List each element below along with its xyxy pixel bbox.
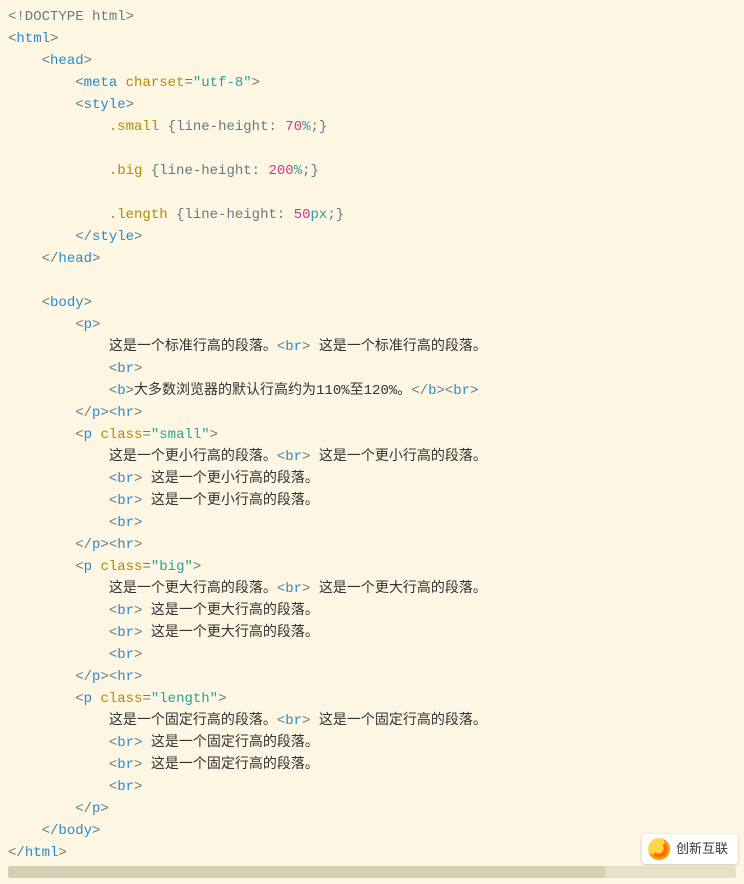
code-line: </p><hr> (8, 534, 736, 556)
code-line: <head> (8, 50, 736, 72)
code-line: </style> (8, 226, 736, 248)
code-line: <br> (8, 776, 736, 798)
code-line: </head> (8, 248, 736, 270)
code-line: <br> (8, 512, 736, 534)
code-line: <br> (8, 644, 736, 666)
code-line: <br> (8, 358, 736, 380)
code-line: <html> (8, 28, 736, 50)
code-line: <meta charset="utf-8"> (8, 72, 736, 94)
horizontal-scrollbar[interactable] (8, 866, 736, 878)
watermark-logo: 创新互联 (642, 834, 738, 864)
code-line: <br> 这是一个固定行高的段落。 (8, 732, 736, 754)
code-line: <p class="big"> (8, 556, 736, 578)
code-line: </p><hr> (8, 666, 736, 688)
code-line: 这是一个标准行高的段落。<br> 这是一个标准行高的段落。 (8, 336, 736, 358)
code-line: <p class="small"> (8, 424, 736, 446)
code-line: </p> (8, 798, 736, 820)
code-line (8, 138, 736, 160)
code-line: <br> 这是一个更小行高的段落。 (8, 490, 736, 512)
code-line: <!DOCTYPE html> (8, 6, 736, 28)
code-line: <br> 这是一个固定行高的段落。 (8, 754, 736, 776)
code-line: .length {line-height: 50px;} (8, 204, 736, 226)
code-line: <br> 这是一个更大行高的段落。 (8, 622, 736, 644)
code-line: <style> (8, 94, 736, 116)
code-block: <!DOCTYPE html> <html> <head> <meta char… (8, 6, 736, 864)
code-line: </body> (8, 820, 736, 842)
code-line: 这是一个固定行高的段落。<br> 这是一个固定行高的段落。 (8, 710, 736, 732)
code-line (8, 182, 736, 204)
code-line: </html> (8, 842, 736, 864)
code-line: <body> (8, 292, 736, 314)
code-line: <p class="length"> (8, 688, 736, 710)
code-line (8, 270, 736, 292)
code-line: <br> 这是一个更小行高的段落。 (8, 468, 736, 490)
code-line: 这是一个更小行高的段落。<br> 这是一个更小行高的段落。 (8, 446, 736, 468)
logo-icon (648, 838, 670, 860)
logo-text: 创新互联 (676, 838, 728, 860)
code-line: .small {line-height: 70%;} (8, 116, 736, 138)
code-line: <br> 这是一个更大行高的段落。 (8, 600, 736, 622)
code-line: 这是一个更大行高的段落。<br> 这是一个更大行高的段落。 (8, 578, 736, 600)
code-line: </p><hr> (8, 402, 736, 424)
code-line: <p> (8, 314, 736, 336)
code-line: .big {line-height: 200%;} (8, 160, 736, 182)
code-line: <b>大多数浏览器的默认行高约为110%至120%。</b><br> (8, 380, 736, 402)
